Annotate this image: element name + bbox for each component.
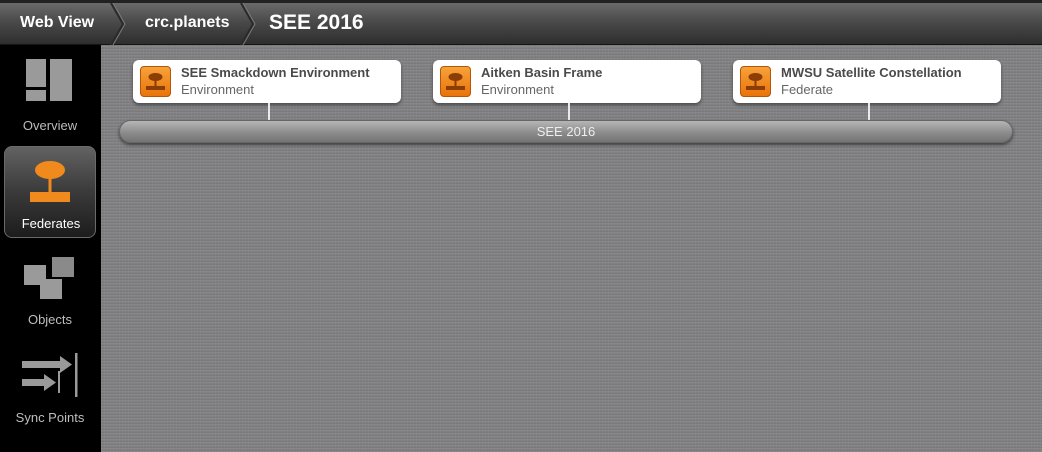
sidebar: Overview Federates Objects Sync Points	[0, 45, 101, 452]
sidebar-item-label: Overview	[22, 118, 78, 133]
connector-line	[568, 103, 570, 120]
breadcrumb-web-view[interactable]: Web View	[20, 3, 94, 45]
federate-name: MWSU Satellite Constellation	[781, 65, 962, 80]
sidebar-item-label: Sync Points	[15, 410, 85, 425]
sidebar-item-label: Federates	[21, 216, 81, 231]
sidebar-item-federates[interactable]: Federates	[4, 146, 96, 238]
sidebar-item-objects[interactable]: Objects	[4, 243, 96, 335]
federate-name: SEE Smackdown Environment	[181, 65, 370, 80]
sidebar-item-label: Objects	[27, 312, 73, 327]
sidebar-item-overview[interactable]: Overview	[4, 51, 96, 143]
federation-bus[interactable]: SEE 2016	[119, 120, 1013, 143]
objects-icon	[24, 257, 74, 299]
breadcrumb-current: SEE 2016	[269, 11, 364, 34]
federate-card[interactable]: SEE Smackdown Environment Environment	[133, 60, 401, 103]
sidebar-item-sync-points[interactable]: Sync Points	[4, 341, 96, 433]
federate-icon	[440, 66, 471, 97]
federate-icon	[740, 66, 771, 97]
federate-name: Aitken Basin Frame	[481, 65, 603, 80]
federate-type: Federate	[781, 82, 834, 97]
federate-card[interactable]: MWSU Satellite Constellation Federate	[733, 60, 1001, 103]
federate-icon	[30, 161, 70, 202]
breadcrumb-separator-icon	[240, 3, 256, 45]
breadcrumb-separator-icon	[110, 3, 126, 45]
sync-points-icon	[22, 353, 78, 397]
overview-icon	[26, 59, 72, 101]
federate-icon	[140, 66, 171, 97]
federation-canvas: SEE Smackdown Environment Environment Ai…	[101, 45, 1042, 452]
federate-card[interactable]: Aitken Basin Frame Environment	[433, 60, 701, 103]
breadcrumb-crc-planets[interactable]: crc.planets	[145, 3, 229, 45]
federate-type: Environment	[481, 82, 554, 97]
connector-line	[268, 103, 270, 120]
federate-type: Environment	[181, 82, 254, 97]
connector-line	[868, 103, 870, 120]
breadcrumb-bar: Web View crc.planets SEE 2016	[0, 0, 1042, 45]
